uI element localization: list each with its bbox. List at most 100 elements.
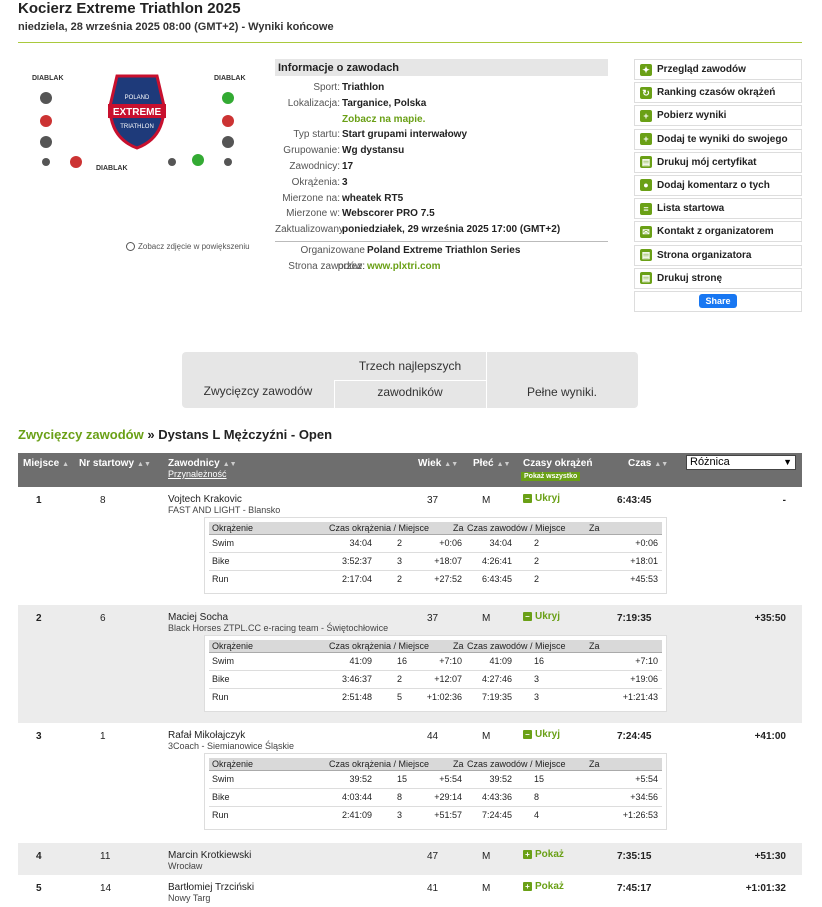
race-place: 3: [534, 674, 540, 684]
lap-place: 8: [397, 792, 403, 802]
athlete-name[interactable]: Marcin Krotkiewski: [168, 850, 251, 861]
athlete-name[interactable]: Maciej Socha: [168, 612, 228, 623]
lap-time: 34:04: [349, 538, 372, 548]
badge-bottom-text: TRIATHLON: [120, 124, 154, 130]
lap-toggle-label: Ukryj: [535, 611, 561, 622]
behind-col-label: Za: [453, 523, 464, 533]
col-name[interactable]: Zawodnicy ▲▼: [168, 458, 237, 469]
action-button[interactable]: ▤ Drukuj stronę: [634, 267, 802, 289]
lap-toggle-button[interactable]: – Ukryj: [523, 493, 560, 504]
action-button[interactable]: ▤ Strona organizatora: [634, 244, 802, 266]
race-place: 2: [534, 556, 540, 566]
behind-col-label: Za: [453, 759, 464, 769]
zoom-image-link[interactable]: Zobacz zdjęcie w powiększeniu: [126, 242, 250, 251]
action-button[interactable]: ▤ Drukuj mój certyfikat: [634, 151, 802, 173]
action-button[interactable]: ✦ Przegląd zawodów: [634, 59, 802, 80]
race-place: 16: [534, 656, 545, 666]
zoom-label: Zobacz zdjęcie w powiększeniu: [138, 242, 250, 251]
col-affiliation[interactable]: Przynależność: [168, 469, 227, 480]
logo-text: DIABLAK: [214, 75, 246, 82]
facebook-share-button[interactable]: Share: [699, 294, 737, 309]
action-button[interactable]: + Dodaj te wyniki do swojego: [634, 128, 802, 150]
lap-toggle-label: Ukryj: [535, 729, 561, 740]
lap-time-col-label: Czas okrążenia / Miejsce: [329, 759, 430, 769]
age-cell: 44: [427, 731, 439, 742]
race-behind: +34:56: [630, 792, 658, 802]
breadcrumb: Zwycięzcy zawodów » Dystans L Mężczyźni …: [18, 427, 332, 442]
gender-cell: M: [482, 851, 491, 862]
race-place: 15: [534, 774, 545, 784]
plus-icon: +: [640, 133, 652, 146]
action-button[interactable]: + Pobierz wyniki: [634, 105, 802, 127]
col-place[interactable]: Miejsce ▲: [23, 458, 69, 469]
lap-name: Swim: [212, 538, 234, 548]
race-time: 34:04: [489, 538, 512, 548]
show-all-laps-button[interactable]: Pokaż wszystko: [521, 472, 581, 481]
race-place: 8: [534, 792, 540, 802]
lap-name: Run: [212, 574, 229, 584]
action-button[interactable]: ✉ Kontakt z organizatorem: [634, 221, 802, 243]
lap-toggle-button[interactable]: + Pokaż: [523, 881, 564, 892]
behind-col-label: Za: [589, 523, 600, 533]
print-icon: ▤: [640, 156, 652, 169]
athlete-name[interactable]: Vojtech Krakovic: [168, 494, 242, 505]
lap-place: 3: [397, 810, 403, 820]
lap-toggle-label: Pokaż: [535, 881, 564, 892]
refresh-icon: ↻: [640, 86, 652, 99]
info-value: Start grupami interwałowy: [342, 129, 468, 141]
tab-full-results[interactable]: Pełne wyniki.: [486, 385, 638, 399]
info-row: Sport: Triathlon: [275, 80, 608, 96]
action-label: Strona organizatora: [657, 249, 752, 261]
race-time: 4:43:36: [481, 792, 512, 802]
lap-col-label: Okrążenie: [212, 759, 254, 769]
lap-toggle-button[interactable]: + Pokaż: [523, 849, 564, 860]
action-button[interactable]: ≡ Lista startowa: [634, 198, 802, 220]
map-link[interactable]: Zobacz na mapie.: [342, 112, 425, 128]
diff-cell: +35:50: [754, 613, 786, 624]
info-row: Typ startu: Start grupami interwałowy: [275, 127, 608, 143]
behind-col-label: Za: [589, 641, 600, 651]
lap-table-header: Okrążenie Czas okrążenia / Miejsce Za Czas …: [209, 522, 662, 535]
info-value: poniedziałek, 29 września 2025 17:00 (GM…: [342, 224, 561, 236]
col-bib[interactable]: Nr startowy ▲▼: [79, 458, 151, 469]
info-label: [275, 112, 342, 128]
info-label: Zaktualizowany:: [275, 224, 347, 236]
gender-cell: M: [482, 495, 491, 506]
col-time[interactable]: Czas ▲▼: [628, 458, 668, 469]
lap-behind: +12:07: [434, 674, 462, 684]
col-gender[interactable]: Płeć ▲▼: [473, 458, 510, 469]
action-button[interactable]: ↻ Ranking czasów okrążeń: [634, 82, 802, 104]
lap-times-table: Okrążenie Czas okrążenia / Miejsce Za Czas …: [204, 753, 667, 830]
lap-toggle-button[interactable]: – Ukryj: [523, 729, 560, 740]
tab-top3-line2[interactable]: zawodników: [334, 385, 486, 399]
action-label: Kontakt z organizatorem: [657, 226, 774, 238]
lap-toggle-button[interactable]: – Ukryj: [523, 611, 560, 622]
tab-top3-line1[interactable]: Trzech najlepszych: [334, 359, 486, 373]
race-time-col-label: Czas zawodów / Miejsce: [467, 759, 566, 769]
athlete-name[interactable]: Rafał Mikołajczyk: [168, 730, 245, 741]
info-row: Zobacz na mapie.: [275, 112, 608, 128]
minus-icon: –: [523, 494, 532, 503]
race-behind: +5:54: [635, 774, 658, 784]
diff-cell: +51:30: [754, 851, 786, 862]
lap-time: 2:17:04: [341, 574, 372, 584]
event-logo-image[interactable]: DIABLAK DIABLAK DIABLAK EXTREME POLAND T…: [24, 66, 258, 176]
lap-time: 3:46:37: [341, 674, 372, 684]
tab-winners[interactable]: Zwycięzcy zawodów: [182, 384, 334, 398]
race-time: 39:52: [489, 774, 512, 784]
breadcrumb-link[interactable]: Zwycięzcy zawodów: [18, 427, 144, 442]
difference-select[interactable]: Różnica ▼: [686, 455, 796, 470]
lap-name: Bike: [212, 792, 230, 802]
col-age[interactable]: Wiek ▲▼: [418, 458, 458, 469]
action-label: Dodaj te wyniki do swojego: [657, 133, 788, 145]
info-value: Webscorer PRO 7.5: [342, 208, 435, 220]
place-cell: 1: [36, 495, 42, 506]
race-time: 7:19:35: [481, 692, 512, 702]
race-behind: +0:06: [635, 538, 658, 548]
action-button[interactable]: ● Dodaj komentarz o tych: [634, 174, 802, 196]
race-time: 41:09: [489, 656, 512, 666]
lap-behind: +18:07: [434, 556, 462, 566]
athlete-name[interactable]: Bartłomiej Trzciński: [168, 882, 254, 893]
website-link[interactable]: www.plxtri.com: [367, 259, 441, 275]
gender-cell: M: [482, 883, 491, 894]
